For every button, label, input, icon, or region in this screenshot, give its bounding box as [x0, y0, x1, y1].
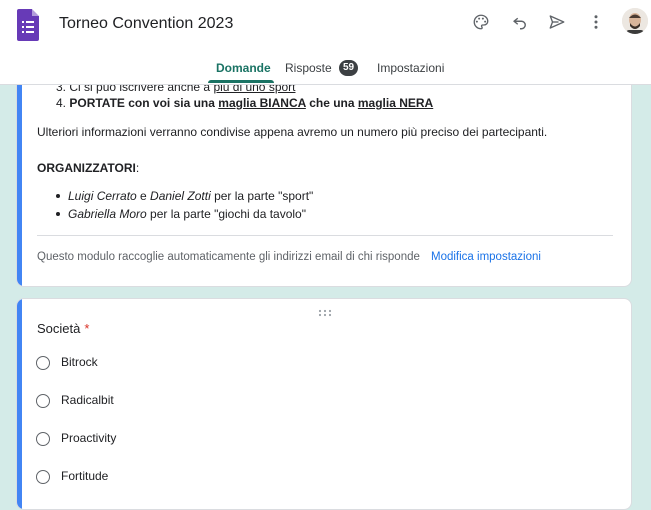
list-item-4: 4. PORTATE con voi sia una maglia BIANCA…	[56, 96, 434, 110]
radio-button[interactable]	[36, 394, 50, 408]
form-description-card[interactable]: 3. Ci si può iscrivere anche a più di un…	[16, 70, 632, 287]
undo-icon[interactable]	[509, 11, 531, 33]
option-label: Radicalbit	[61, 393, 114, 407]
card-accent-bar	[17, 71, 22, 286]
option-label: Bitrock	[61, 355, 98, 369]
drag-handle-icon[interactable]	[318, 304, 332, 317]
active-tab-indicator	[208, 80, 274, 83]
card-accent-bar	[17, 299, 22, 509]
organizer-item-games: Gabriella Moro per la parte "giochi da t…	[56, 207, 306, 221]
tab-impostazioni[interactable]: Impostazioni	[377, 61, 444, 75]
option-label: Proactivity	[61, 431, 117, 445]
info-paragraph: Ulteriori informazioni verranno condivis…	[37, 125, 548, 139]
question-card-societa[interactable]: Società * Bitrock Radicalbit Proactivity …	[16, 298, 632, 510]
more-vert-icon[interactable]	[585, 11, 607, 33]
google-forms-logo[interactable]	[17, 9, 39, 41]
organizer-item-sport: Luigi Cerrato e Daniel Zotti per la part…	[56, 189, 313, 203]
edit-settings-link[interactable]: Modifica impostazioni	[431, 251, 541, 263]
email-collection-notice: Questo modulo raccoglie automaticamente …	[37, 251, 420, 263]
user-avatar[interactable]	[622, 8, 648, 34]
radio-button[interactable]	[36, 470, 50, 484]
form-title[interactable]: Torneo Convention 2023	[59, 15, 233, 33]
radio-button[interactable]	[36, 356, 50, 370]
responses-count-badge: 59	[339, 60, 358, 76]
tab-domande[interactable]: Domande	[216, 61, 271, 75]
palette-icon[interactable]	[470, 11, 492, 33]
organizers-heading: ORGANIZZATORI:	[37, 161, 140, 175]
form-tabs: Domande Risposte 59 Impostazioni	[0, 56, 651, 84]
required-asterisk: *	[84, 321, 90, 336]
radio-button[interactable]	[36, 432, 50, 446]
card-divider	[37, 235, 613, 236]
question-title[interactable]: Società *	[37, 321, 89, 336]
send-icon[interactable]	[546, 11, 568, 33]
option-label: Fortitude	[61, 469, 109, 483]
app-header: Torneo Convention 2023 Domande Risposte …	[0, 0, 651, 85]
tab-risposte[interactable]: Risposte	[285, 61, 332, 75]
